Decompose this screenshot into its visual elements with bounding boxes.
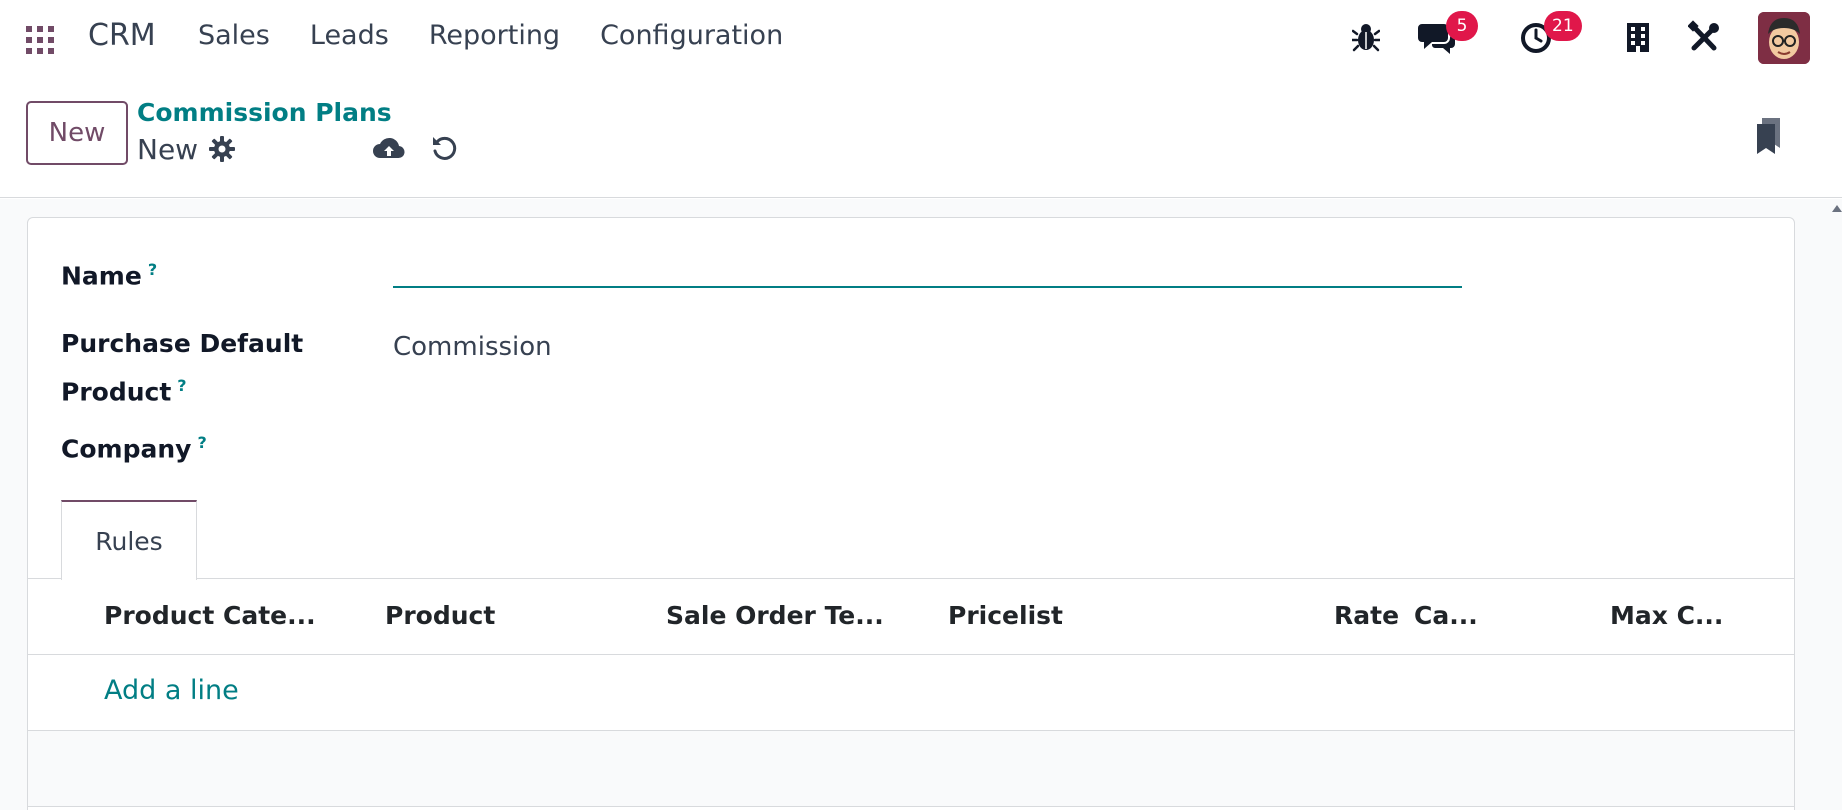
activities-badge: 21 xyxy=(1544,11,1582,41)
help-tooltip[interactable]: ? xyxy=(197,433,206,452)
column-sale-order-template[interactable]: Sale Order Te... xyxy=(666,601,884,630)
undo-icon[interactable] xyxy=(430,133,460,163)
column-rate[interactable]: Rate xyxy=(1334,601,1399,630)
record-title: New xyxy=(137,133,199,166)
column-product[interactable]: Product xyxy=(385,601,495,630)
breadcrumb-commission-plans[interactable]: Commission Plans xyxy=(137,98,392,127)
label-line: Purchase Default xyxy=(61,329,304,358)
control-panel: New Commission Plans New xyxy=(0,76,1842,198)
menu-leads[interactable]: Leads xyxy=(310,20,389,51)
apps-grid-icon[interactable] xyxy=(26,26,54,54)
tools-icon[interactable] xyxy=(1687,20,1720,56)
table-header: Product Cate... Product Sale Order Te...… xyxy=(28,579,1794,655)
new-button[interactable]: New xyxy=(26,101,128,165)
purchase-default-product-label: Purchase Default Product? xyxy=(61,323,303,413)
table-row: Add a line xyxy=(28,655,1794,731)
bookmark-icon[interactable] xyxy=(1754,116,1784,156)
app-brand[interactable]: CRM xyxy=(88,18,156,53)
scroll-up-arrow[interactable] xyxy=(1832,205,1842,212)
menu-reporting[interactable]: Reporting xyxy=(429,20,560,51)
top-navbar: CRM Sales Leads Reporting Configuration … xyxy=(0,0,1842,76)
building-icon[interactable] xyxy=(1626,20,1650,56)
avatar[interactable] xyxy=(1758,12,1810,64)
column-product-category[interactable]: Product Cate... xyxy=(104,601,316,630)
help-tooltip[interactable]: ? xyxy=(148,260,157,279)
form-view: Name? Purchase Default Product? Commissi… xyxy=(0,199,1842,810)
menu-sales[interactable]: Sales xyxy=(198,20,270,51)
add-line-link[interactable]: Add a line xyxy=(104,675,239,706)
scrollbar[interactable] xyxy=(1830,199,1842,810)
notebook-tabs: Rules xyxy=(28,500,1794,580)
menu-configuration[interactable]: Configuration xyxy=(600,20,783,51)
purchase-default-product-field[interactable]: Commission xyxy=(393,332,552,362)
name-input[interactable] xyxy=(393,246,1462,288)
form-sheet: Name? Purchase Default Product? Commissi… xyxy=(27,217,1795,810)
help-tooltip[interactable]: ? xyxy=(177,376,186,395)
gear-icon[interactable] xyxy=(209,136,235,162)
tab-rules[interactable]: Rules xyxy=(61,500,197,580)
column-pricelist[interactable]: Pricelist xyxy=(948,601,1063,630)
name-label: Name? xyxy=(61,260,158,291)
column-cap[interactable]: Ca... xyxy=(1414,601,1478,630)
bug-icon[interactable] xyxy=(1350,20,1382,56)
table-row xyxy=(28,731,1794,807)
column-max-commission[interactable]: Max C... xyxy=(1610,601,1723,630)
messages-badge: 5 xyxy=(1446,11,1478,41)
main-menu: Sales Leads Reporting Configuration xyxy=(198,20,823,51)
company-label: Company? xyxy=(61,433,207,464)
cloud-upload-icon[interactable] xyxy=(372,132,406,166)
